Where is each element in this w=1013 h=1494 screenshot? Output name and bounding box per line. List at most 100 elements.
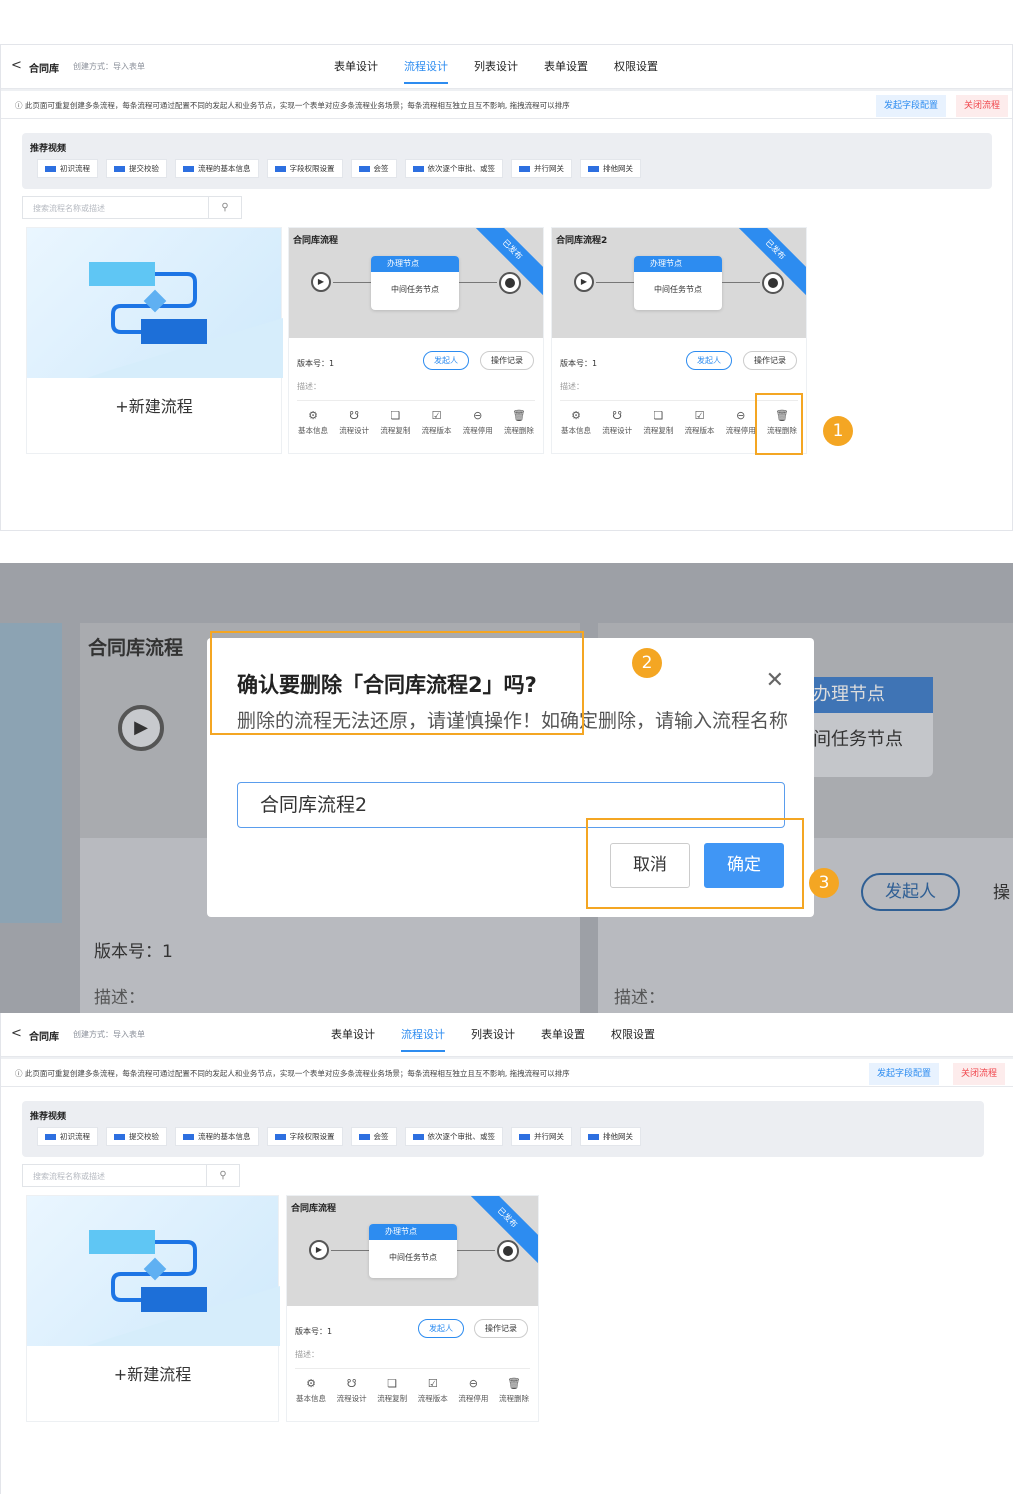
background-version: 版本号：1 [94,942,173,962]
video-chip[interactable]: 流程的基本信息 [175,159,259,178]
description-label: 描述： [297,382,321,391]
gear-icon: ⚙ [306,1377,316,1390]
video-chip[interactable]: 排他网关 [580,1127,641,1146]
copy-icon: ❏ [390,409,401,422]
create-mode: 创建方式：导入表单 [73,1030,145,1039]
flow-disable-action[interactable]: ⊖ 流程停用 [458,409,498,436]
basic-info-action[interactable]: ⚙ 基本信息 [293,409,333,436]
search-placeholder: 搜索流程名称或描述 [33,1172,105,1181]
videos-title: 推荐视频 [30,144,67,154]
operation-log-button[interactable]: 操作记录 [743,351,797,370]
close-flow-button[interactable]: 关闭流程 [955,95,1008,117]
connector [596,282,634,283]
status-ribbon: 已发布 [721,228,806,304]
new-flow-card[interactable]: +新建流程 [26,227,283,454]
new-flow-label: +新建流程 [113,1365,192,1384]
flow-version-action[interactable]: ☑ 流程版本 [413,1377,453,1404]
flow-copy-action[interactable]: ❏ 流程复制 [638,409,678,436]
initiator-button[interactable]: 发起人 [418,1319,464,1338]
create-mode: 创建方式：导入表单 [73,62,145,71]
video-chip[interactable]: 会签 [350,159,397,178]
back-icon[interactable]: < [11,1026,22,1041]
video-chip[interactable]: 依次逐个审批、或签 [404,159,503,178]
start-icon: ▶ [311,272,331,292]
video-chip[interactable]: 会签 [350,1127,397,1146]
version-label: 版本号：1 [295,1327,333,1336]
tab-permission-settings[interactable]: 权限设置 [611,1026,655,1052]
video-chip[interactable]: 并行网关 [511,159,572,178]
tab-form-settings[interactable]: 表单设置 [541,1026,585,1052]
video-chip[interactable]: 字段权限设置 [266,1127,343,1146]
description-label: 描述： [560,382,584,391]
flow-disable-action[interactable]: ⊖ 流程停用 [453,1377,493,1404]
flow-card[interactable]: 合同库流程 已发布 ▶ 办理节点 中间任务节点 版本号：1 发起人 操作记录 描述… [288,227,544,454]
field-config-button[interactable]: 发起字段配置 [868,1063,939,1085]
tab-list-design[interactable]: 列表设计 [474,58,518,84]
hierarchy-icon: ☋ [349,409,360,422]
video-chip[interactable]: 初识流程 [37,159,98,178]
tab-flow-design[interactable]: 流程设计 [404,58,448,84]
recommended-videos: 推荐视频 初识流程 提交校验 流程的基本信息 字段权限设置 会签 依次逐个审批、… [22,133,992,189]
video-chip[interactable]: 流程的基本信息 [175,1127,259,1146]
video-chip[interactable]: 初识流程 [37,1127,98,1146]
tab-permission-settings[interactable]: 权限设置 [614,58,658,84]
video-chip[interactable]: 字段权限设置 [266,159,343,178]
start-icon: ▶ [118,705,164,751]
tab-form-settings[interactable]: 表单设置 [544,58,588,84]
basic-info-action[interactable]: ⚙ 基本信息 [556,409,596,436]
connector [722,282,760,283]
flow-delete-action[interactable]: 🗑 流程删除 [494,1377,534,1404]
flow-illustration [27,1196,280,1346]
close-icon[interactable]: ✕ [766,668,784,693]
connector [331,1250,369,1251]
operation-log-button[interactable]: 操作记录 [474,1319,528,1338]
flow-card[interactable]: 合同库流程 已发布 ▶ 办理节点 中间任务节点 版本号：1 发起人 操作记录 描述… [286,1195,539,1422]
hierarchy-icon: ☋ [346,1377,357,1390]
task-node: 办理节点 中间任务节点 [371,256,459,310]
tab-list-design[interactable]: 列表设计 [471,1026,515,1052]
flow-copy-action[interactable]: ❏ 流程复制 [372,1377,412,1404]
tab-form-design[interactable]: 表单设计 [334,58,378,84]
operation-log-button[interactable]: 操作记录 [480,351,534,370]
video-chip[interactable]: 排他网关 [580,159,641,178]
minus-circle-icon: ⊖ [473,409,483,422]
connector [459,282,497,283]
search-icon[interactable]: ⚲ [208,197,241,218]
divider [297,400,535,401]
flow-list-area: 推荐视频 初识流程 提交校验 流程的基本信息 字段权限设置 会签 依次逐个审批、… [1,1087,1013,1494]
version-label: 版本号：1 [297,359,335,368]
step-2-marker: 2 [632,648,662,678]
screenshot-delete-dialog: 合同库流程 ▶ 版本号：1 描述： ⚙☋❏☑⊖🗑 办理节点 间任务节点 发起人 … [0,563,1013,1013]
tab-flow-design[interactable]: 流程设计 [401,1026,445,1052]
flow-copy-action[interactable]: ❏ 流程复制 [375,409,415,436]
field-config-button[interactable]: 发起字段配置 [875,95,946,117]
start-icon: ▶ [309,1240,329,1260]
initiator-button[interactable]: 发起人 [423,351,469,370]
tab-form-design[interactable]: 表单设计 [331,1026,375,1052]
initiator-button[interactable]: 发起人 [686,351,732,370]
video-chip[interactable]: 提交校验 [106,159,167,178]
new-flow-card[interactable]: +新建流程 [26,1195,280,1422]
basic-info-action[interactable]: ⚙ 基本信息 [291,1377,331,1404]
app-name: 合同库 [29,1032,59,1043]
video-chip[interactable]: 提交校验 [106,1127,167,1146]
video-chip[interactable]: 并行网关 [511,1127,572,1146]
status-ribbon: 已发布 [458,228,543,304]
flow-delete-action[interactable]: 🗑 流程删除 [499,409,539,436]
search-placeholder: 搜索流程名称或描述 [33,204,105,213]
flow-version-action[interactable]: ☑ 流程版本 [417,409,457,436]
copy-icon: ❏ [387,1377,398,1390]
back-icon[interactable]: < [11,58,22,73]
flow-version-action[interactable]: ☑ 流程版本 [680,409,720,436]
close-flow-button[interactable]: 关闭流程 [952,1063,1005,1085]
search-input[interactable]: 搜索流程名称或描述 ⚲ [22,196,242,219]
search-icon[interactable]: ⚲ [206,1165,239,1186]
step-1-marker: 1 [823,416,853,446]
gear-icon: ⚙ [571,409,581,422]
flow-design-action[interactable]: ☋ 流程设计 [332,1377,372,1404]
background-desc: 描述： [94,988,145,1008]
flow-design-action[interactable]: ☋ 流程设计 [597,409,637,436]
flow-design-action[interactable]: ☋ 流程设计 [334,409,374,436]
video-chip[interactable]: 依次逐个审批、或签 [404,1127,503,1146]
search-input[interactable]: 搜索流程名称或描述 ⚲ [22,1164,240,1187]
